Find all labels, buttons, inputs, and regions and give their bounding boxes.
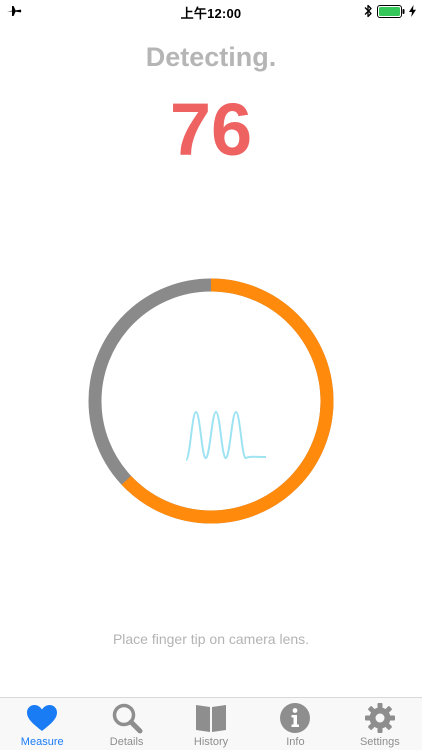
search-icon <box>112 703 143 734</box>
tab-settings[interactable]: Settings <box>338 698 422 750</box>
info-icon <box>280 703 311 733</box>
tab-label: Settings <box>359 736 400 748</box>
tab-label: Details <box>109 736 144 748</box>
heart-rate-value: 76 <box>169 88 253 171</box>
status-bar: 上午12:00 <box>0 0 422 22</box>
book-icon <box>196 705 227 732</box>
tab-measure[interactable]: Measure <box>0 698 84 750</box>
instruction-text: Place finger tip on camera lens. <box>112 631 310 647</box>
measurement-progress-ring <box>88 278 334 524</box>
tab-info[interactable]: Info <box>253 698 337 750</box>
bluetooth-icon <box>364 4 372 18</box>
charging-bolt-icon <box>409 5 416 17</box>
tab-details[interactable]: Details <box>84 698 168 750</box>
status-right <box>364 4 416 18</box>
detecting-status-title: Detecting. <box>145 42 277 72</box>
tab-history[interactable]: History <box>169 698 253 750</box>
battery-icon <box>377 4 405 18</box>
tab-label: History <box>193 736 229 748</box>
tab-label: Info <box>286 736 305 748</box>
heart-icon <box>27 705 58 731</box>
status-time: 上午12:00 <box>180 6 242 21</box>
pulse-waveform <box>185 410 267 461</box>
gear-icon <box>364 703 395 733</box>
tab-label: Measure <box>20 736 64 748</box>
tab-bar: Measure Details History Info Settings <box>0 697 422 750</box>
